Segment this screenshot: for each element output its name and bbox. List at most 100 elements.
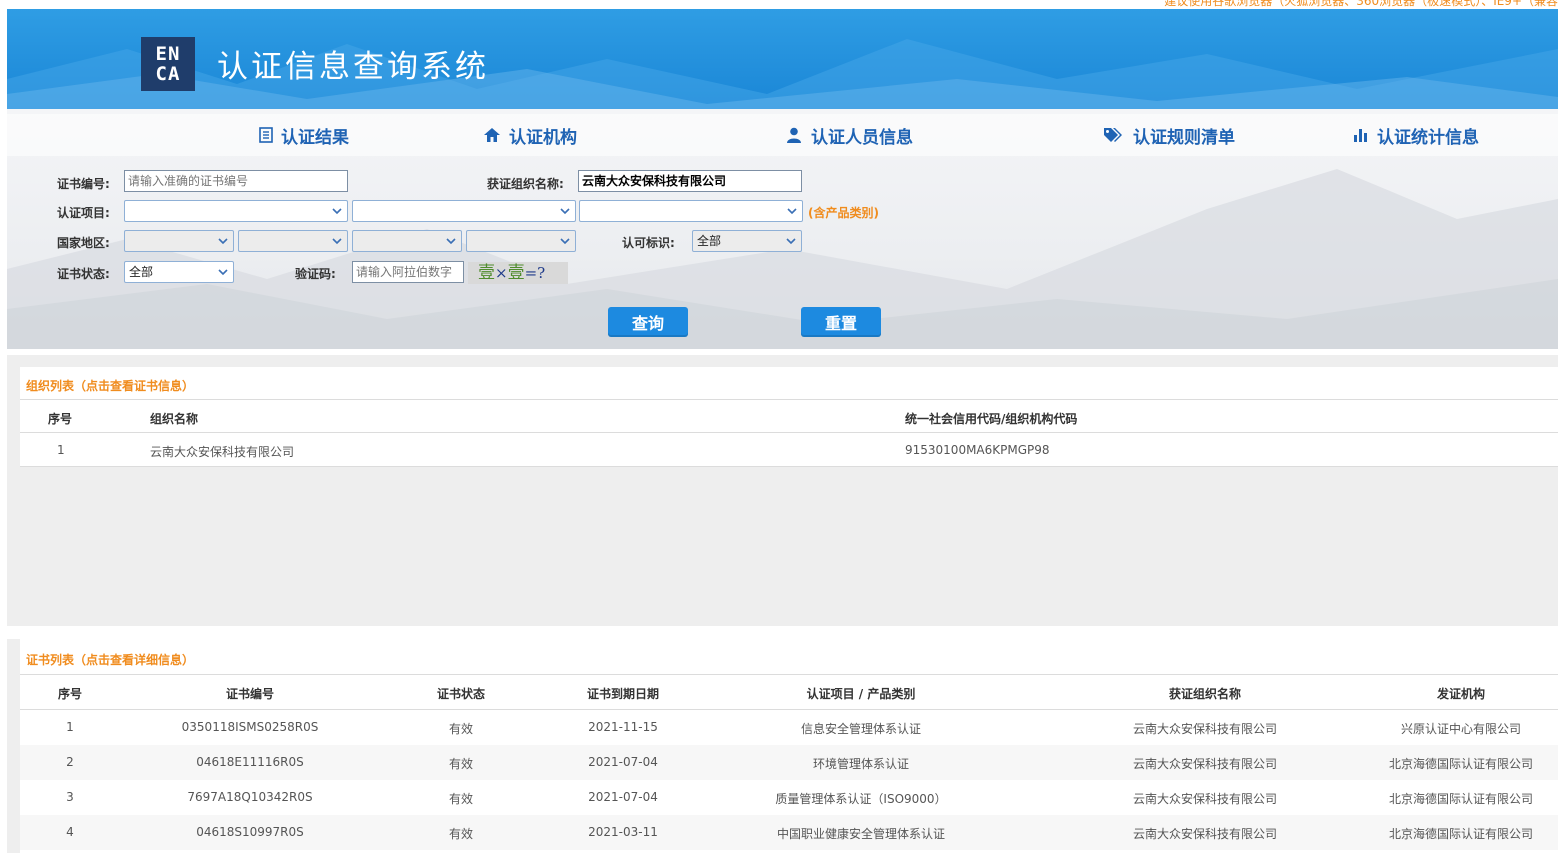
org-header-index: 序号 (48, 412, 73, 426)
cert-no-input[interactable] (124, 170, 348, 192)
chevron-down-icon (560, 238, 570, 245)
cert-cell-index: 4 (66, 825, 74, 839)
cert-cell-issuer: 北京海德国际认证有限公司 (1388, 827, 1534, 841)
cert-cell-project: 信息安全管理体系认证 (800, 722, 922, 736)
nav-item-personnel[interactable]: 认证人员信息 (785, 123, 913, 148)
nav-label: 认证结果 (281, 127, 349, 148)
cert-cell-no[interactable]: 04618S10997R0S (196, 825, 304, 839)
cert-cell-status: 有效 (448, 757, 474, 771)
captcha-input[interactable] (352, 261, 464, 283)
chevron-down-icon (446, 238, 456, 245)
tag-icon (1104, 128, 1122, 142)
accreditation-value: 全部 (697, 234, 722, 248)
nav-label: 认证规则清单 (1133, 127, 1235, 148)
cert-header-status: 证书状态 (436, 687, 486, 701)
nav-label: 认证统计信息 (1377, 127, 1479, 148)
system-title: 认证信息查询系统 (217, 49, 489, 85)
cert-cell-no[interactable]: 04618E11116R0S (196, 755, 304, 769)
status-select[interactable]: 全部 (124, 261, 234, 283)
nav-item-cert-results[interactable]: 认证结果 (259, 123, 349, 148)
cert-cell-no[interactable]: 7697A18Q10342R0S (187, 790, 312, 804)
cert-list-title: 证书列表（点击查看详细信息） (26, 653, 195, 667)
cert-header-issuer: 发证机构 (1436, 687, 1486, 701)
cert-cell-expiry: 2021-11-15 (588, 720, 658, 734)
captcha-label: 验证码: (295, 267, 336, 281)
chevron-down-icon (332, 238, 342, 245)
cert-cell-expiry: 2021-07-04 (588, 755, 658, 769)
project-select-1[interactable] (124, 200, 348, 222)
cert-no-label: 证书编号: (57, 177, 110, 191)
project-select-2[interactable] (352, 200, 576, 222)
cert-list-panel: 证书列表（点击查看详细信息） 序号 证书编号 证书状态 证书到期日期 认证项目 … (7, 639, 1558, 853)
cert-header-index: 序号 (57, 687, 83, 701)
nav-item-statistics[interactable]: 认证统计信息 (1353, 123, 1479, 148)
chevron-down-icon (560, 208, 570, 215)
captcha-a: 壹 (478, 263, 495, 283)
bar-chart-icon (1354, 129, 1367, 142)
region-select-1[interactable] (124, 230, 234, 252)
user-icon (787, 127, 801, 143)
captcha-op: × (495, 264, 508, 282)
table-row[interactable]: 1 0350118ISMS0258R0S 有效 2021-11-15 信息安全管… (20, 710, 1558, 745)
org-row-name[interactable]: 云南大众安保科技有限公司 (150, 443, 294, 460)
accreditation-select[interactable]: 全部 (692, 230, 802, 252)
table-row[interactable]: 4 04618S10997R0S 有效 2021-03-11 中国职业健康安全管… (20, 815, 1558, 850)
header-banner: EN CA 认证信息查询系统 (7, 9, 1558, 109)
captcha-b: 壹 (507, 263, 525, 283)
cert-cell-index: 2 (66, 755, 74, 769)
project-hint: (含产品类别) (808, 206, 879, 220)
nav-item-cert-bodies[interactable]: 认证机构 (483, 123, 577, 148)
captcha-image[interactable]: 壹×壹=? (468, 262, 568, 284)
nav-label: 认证机构 (509, 127, 577, 148)
org-list-title: 组织列表（点击查看证书信息） (26, 379, 195, 393)
cert-cell-expiry: 2021-03-11 (588, 825, 658, 839)
status-label: 证书状态: (57, 267, 110, 281)
divider (20, 432, 1558, 433)
nav-label: 认证人员信息 (811, 127, 913, 148)
region-select-4[interactable] (466, 230, 576, 252)
cert-header-project: 认证项目 / 产品类别 (806, 687, 916, 701)
cnca-logo: EN CA (141, 37, 195, 91)
main-nav: 认证结果 认证机构 认证人员信息 认证规则清单 认证统计信息 (7, 114, 1558, 156)
cert-cell-expiry: 2021-07-04 (588, 790, 658, 804)
cert-cell-project: 质量管理体系认证（ISO9000） (775, 792, 947, 806)
divider (20, 674, 1558, 675)
table-row[interactable]: 2 04618E11116R0S 有效 2021-07-04 环境管理体系认证 … (20, 745, 1558, 780)
region-select-3[interactable] (352, 230, 462, 252)
reset-button[interactable]: 重置 (801, 307, 881, 337)
home-icon (484, 128, 500, 142)
accreditation-label: 认可标识: (622, 236, 675, 250)
cert-cell-org: 云南大众安保科技有限公司 (1132, 792, 1278, 806)
nav-item-rules-list[interactable]: 认证规则清单 (1103, 123, 1235, 148)
cert-cell-index: 1 (66, 720, 74, 734)
chevron-down-icon (786, 238, 796, 245)
captcha-q: ? (537, 264, 546, 282)
cert-cell-org: 云南大众安保科技有限公司 (1132, 722, 1278, 736)
org-row-code: 91530100MA6KPMGP98 (905, 443, 1050, 457)
org-row-index: 1 (57, 443, 65, 457)
table-row[interactable]: 3 7697A18Q10342R0S 有效 2021-07-04 质量管理体系认… (20, 780, 1558, 815)
query-button[interactable]: 查询 (608, 307, 688, 337)
browser-recommendation-note: 建议使用谷歌浏览器（火狐浏览器、360浏览器（极速模式）、IE9+（兼容 (1164, 0, 1558, 8)
org-name-label: 获证组织名称: (487, 177, 564, 191)
chevron-down-icon (218, 238, 228, 245)
list-icon (259, 127, 273, 143)
chevron-down-icon (787, 208, 797, 215)
cert-cell-status: 有效 (448, 827, 474, 841)
org-list-box: 组织列表（点击查看证书信息） 序号 组织名称 统一社会信用代码/组织机构代码 1… (20, 367, 1558, 467)
cert-cell-org: 云南大众安保科技有限公司 (1132, 757, 1278, 771)
cert-cell-issuer: 北京海德国际认证有限公司 (1388, 757, 1534, 771)
cert-cell-index: 3 (66, 790, 74, 804)
org-name-input[interactable]: 云南大众安保科技有限公司 (578, 170, 802, 192)
cert-cell-issuer: 北京海德国际认证有限公司 (1388, 792, 1534, 806)
org-header-code: 统一社会信用代码/组织机构代码 (905, 412, 1078, 426)
cert-cell-status: 有效 (448, 792, 474, 806)
project-label: 认证项目: (57, 206, 110, 220)
cert-cell-project: 中国职业健康安全管理体系认证 (776, 827, 946, 841)
cert-cell-issuer: 兴原认证中心有限公司 (1400, 722, 1522, 736)
divider (20, 399, 1558, 400)
region-select-2[interactable] (238, 230, 348, 252)
cert-cell-no[interactable]: 0350118ISMS0258R0S (182, 720, 319, 734)
project-select-3[interactable] (579, 200, 803, 222)
cert-header-expiry: 证书到期日期 (586, 687, 660, 701)
